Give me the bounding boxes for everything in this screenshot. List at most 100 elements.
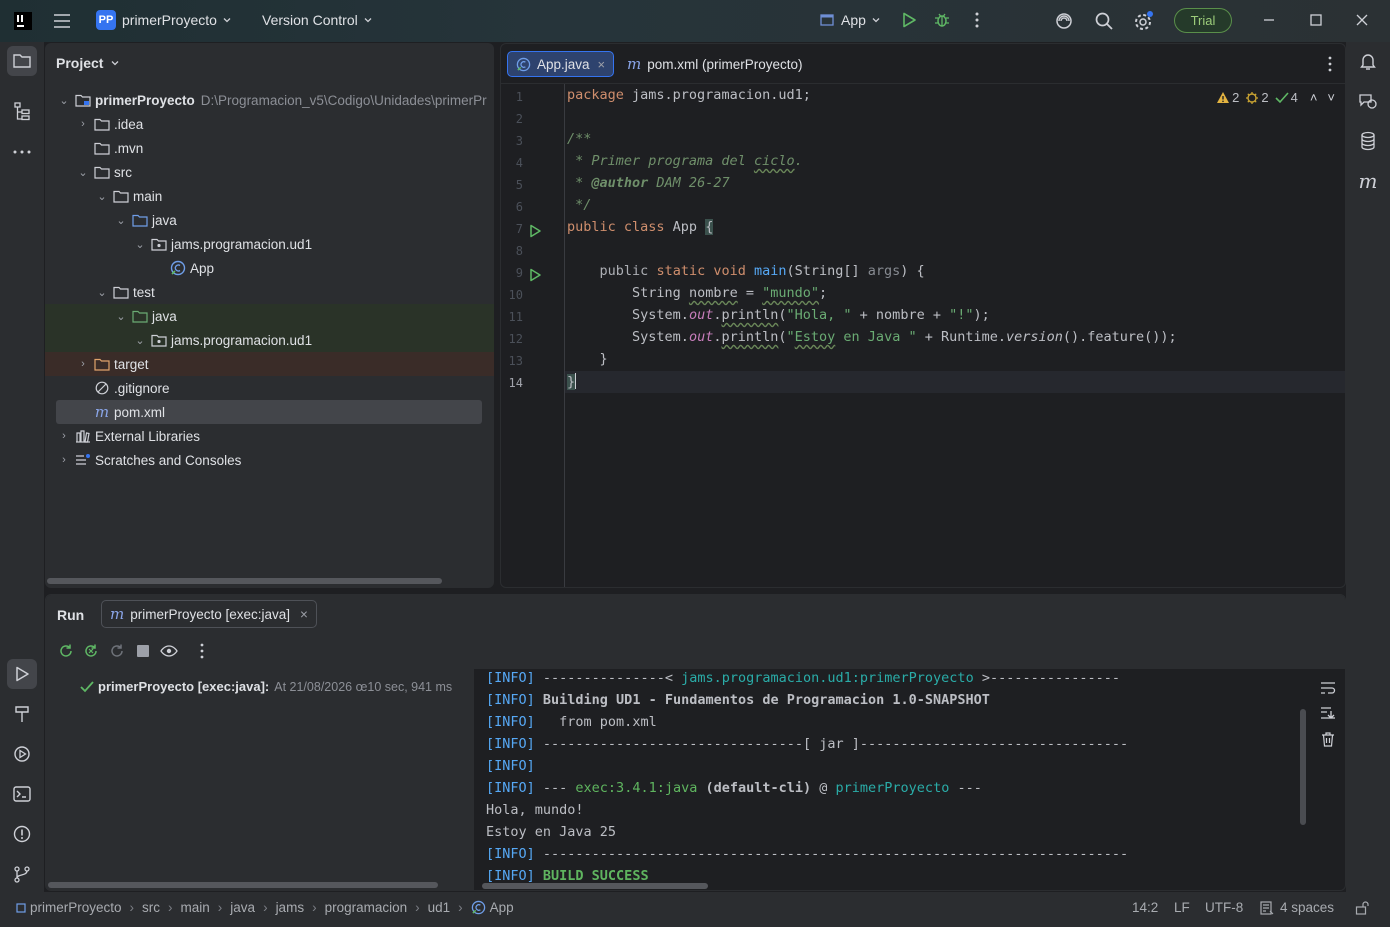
maven-button[interactable]: m bbox=[1353, 166, 1383, 196]
search-icon[interactable] bbox=[1094, 11, 1114, 31]
tree-item-gitignore[interactable]: .gitignore bbox=[45, 376, 494, 400]
project-tool-button[interactable] bbox=[7, 46, 37, 76]
run-config-selector[interactable]: App bbox=[819, 12, 882, 28]
inspection-widget[interactable]: 2 2 4 ˄ ˅ bbox=[1216, 90, 1335, 105]
breadcrumb-item[interactable]: › src bbox=[122, 900, 161, 915]
services-icon bbox=[14, 746, 30, 762]
problems-tool-button[interactable] bbox=[7, 819, 37, 849]
breadcrumb-item[interactable]: › App bbox=[450, 900, 514, 915]
clear-console-icon[interactable] bbox=[1321, 732, 1335, 750]
more-tools-button[interactable] bbox=[7, 137, 37, 167]
run-tab[interactable]: m primerProyecto [exec:java] × bbox=[101, 600, 317, 628]
project-panel-header[interactable]: Project bbox=[56, 55, 121, 71]
code-line-13[interactable]: } bbox=[567, 351, 608, 367]
breadcrumb: primerProyecto › src › main › java › jams › p… bbox=[16, 900, 514, 915]
tree-item-external-libraries[interactable]: › External Libraries bbox=[45, 424, 494, 448]
run-tool-button[interactable] bbox=[7, 659, 37, 689]
tree-item-root[interactable]: ⌄ primerProyecto D:\Programacion_v5\Codi… bbox=[45, 88, 494, 112]
tree-item-test[interactable]: ⌄ test bbox=[45, 280, 494, 304]
soft-wrap-icon[interactable] bbox=[1320, 681, 1336, 698]
code-line-11[interactable]: System.out.println("Hola, " + nombre + "… bbox=[567, 307, 990, 323]
code-line-9[interactable]: public static void main(String[] args) { bbox=[567, 263, 925, 279]
show-passed-icon[interactable] bbox=[160, 643, 178, 662]
breadcrumb-item[interactable]: › java bbox=[210, 900, 255, 915]
breadcrumb-item[interactable]: › jams bbox=[255, 900, 304, 915]
more-actions-icon[interactable] bbox=[199, 643, 205, 662]
restart-icon[interactable] bbox=[109, 643, 125, 662]
tree-item-mvn[interactable]: .mvn bbox=[45, 136, 494, 160]
close-tab-icon[interactable]: × bbox=[598, 57, 606, 72]
close-window-icon[interactable] bbox=[1355, 11, 1369, 29]
code-line-7[interactable]: public class App { bbox=[567, 219, 714, 235]
tree-item-scratches[interactable]: › Scratches and Consoles bbox=[45, 448, 494, 472]
tab-app-java[interactable]: App.java × bbox=[507, 51, 615, 77]
intellij-logo[interactable] bbox=[13, 11, 33, 31]
close-tab-icon[interactable]: × bbox=[300, 607, 308, 622]
folder-icon bbox=[13, 54, 31, 68]
breadcrumb-item[interactable]: › ud1 bbox=[407, 900, 450, 915]
run-tree-horizontal-scrollbar[interactable] bbox=[48, 882, 438, 888]
chevron-up-icon[interactable]: ˄ bbox=[1310, 90, 1318, 105]
code-line-6[interactable]: */ bbox=[567, 197, 591, 213]
tree-item-idea[interactable]: › .idea bbox=[45, 112, 494, 136]
main-menu-icon[interactable] bbox=[52, 11, 72, 31]
run-gutter-icon[interactable] bbox=[529, 224, 541, 241]
stop-icon[interactable] bbox=[136, 644, 150, 661]
run-tree-item[interactable]: primerProyecto [exec:java]: At 21/08/202… bbox=[80, 679, 452, 694]
code-line-4[interactable]: * Primer programa del ciclo. bbox=[567, 153, 803, 169]
project-horizontal-scrollbar[interactable] bbox=[47, 578, 442, 584]
version-control-label: Version Control bbox=[262, 12, 358, 28]
services-tool-button[interactable] bbox=[7, 739, 37, 769]
tree-item-app[interactable]: App bbox=[45, 256, 494, 280]
caret-position[interactable]: 14:2 bbox=[1132, 900, 1158, 915]
maximize-icon[interactable] bbox=[1309, 11, 1323, 29]
breadcrumb-item[interactable]: › main bbox=[160, 900, 210, 915]
lock-icon[interactable] bbox=[1355, 901, 1369, 918]
more-actions-icon[interactable] bbox=[969, 11, 985, 29]
tree-item-main-package[interactable]: ⌄ jams.programacion.ud1 bbox=[45, 232, 494, 256]
trial-button[interactable]: Trial bbox=[1174, 8, 1232, 33]
settings-gear-icon[interactable] bbox=[1133, 10, 1155, 32]
structure-tool-button[interactable] bbox=[7, 96, 37, 126]
project-switcher[interactable]: PP primerProyecto bbox=[96, 10, 233, 30]
terminal-tool-button[interactable] bbox=[7, 779, 37, 809]
version-control-menu[interactable]: Version Control bbox=[262, 12, 374, 28]
tree-item-target[interactable]: › target bbox=[45, 352, 494, 376]
tab-pom-xml[interactable]: m pom.xml (primerProyecto) bbox=[619, 51, 811, 77]
code-line-14[interactable]: } bbox=[567, 373, 577, 390]
rerun-failed-icon[interactable] bbox=[83, 643, 99, 662]
code-line-3[interactable]: /** bbox=[567, 131, 591, 147]
tree-item-main[interactable]: ⌄ main bbox=[45, 184, 494, 208]
ai-chat-button[interactable] bbox=[1353, 86, 1383, 116]
build-tool-button[interactable] bbox=[7, 699, 37, 729]
code-line-10[interactable]: String nombre = "mundo"; bbox=[567, 285, 827, 301]
tree-item-src[interactable]: ⌄ src bbox=[45, 160, 494, 184]
console-vertical-scrollbar[interactable] bbox=[1300, 709, 1306, 825]
breadcrumb-item[interactable]: › programacion bbox=[304, 900, 407, 915]
code-line-12[interactable]: System.out.println("Estoy en Java " + Ru… bbox=[567, 329, 1177, 345]
notifications-button[interactable] bbox=[1353, 46, 1383, 76]
file-encoding[interactable]: UTF-8 bbox=[1205, 900, 1243, 915]
line-separator[interactable]: LF bbox=[1174, 900, 1190, 915]
tree-item-main-java[interactable]: ⌄ java bbox=[45, 208, 494, 232]
database-button[interactable] bbox=[1353, 126, 1383, 156]
git-tool-button[interactable] bbox=[7, 859, 37, 889]
tree-item-pom[interactable]: m pom.xml bbox=[45, 400, 494, 424]
tree-item-test-java[interactable]: ⌄ java bbox=[45, 304, 494, 328]
console-output[interactable]: [INFO] ---------------< jams.programacio… bbox=[480, 669, 1300, 890]
chevron-down-icon[interactable]: ˅ bbox=[1327, 90, 1335, 105]
indent-widget[interactable]: 4 spaces bbox=[1260, 900, 1334, 915]
rerun-icon[interactable] bbox=[58, 643, 74, 662]
run-icon[interactable] bbox=[900, 11, 918, 29]
code-line-1[interactable]: package jams.programacion.ud1; bbox=[567, 87, 811, 103]
code-line-5[interactable]: * @author DAM 26-27 bbox=[567, 175, 729, 191]
debug-icon[interactable] bbox=[933, 11, 951, 29]
breadcrumb-item[interactable]: primerProyecto bbox=[16, 900, 122, 915]
tabs-more-icon[interactable] bbox=[1327, 56, 1333, 75]
console-horizontal-scrollbar[interactable] bbox=[482, 883, 708, 889]
run-gutter-icon[interactable] bbox=[529, 268, 541, 285]
minimize-icon[interactable] bbox=[1262, 11, 1276, 29]
ai-assistant-icon[interactable] bbox=[1054, 11, 1074, 31]
scroll-to-end-icon[interactable] bbox=[1320, 706, 1336, 723]
tree-item-test-package[interactable]: ⌄ jams.programacion.ud1 bbox=[45, 328, 494, 352]
